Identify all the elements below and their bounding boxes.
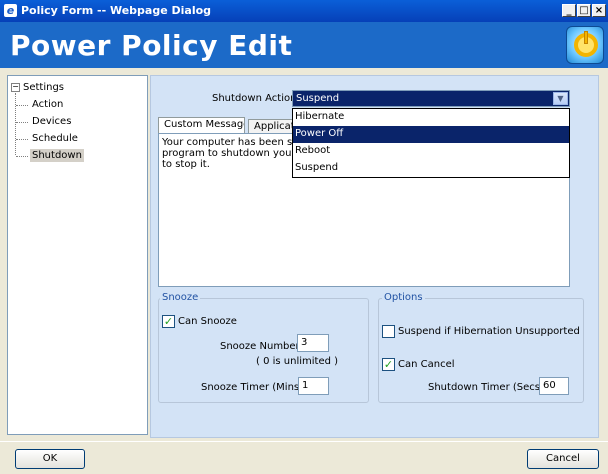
suspend-hibernation-checkbox[interactable] (382, 325, 395, 338)
options-group-title: Options (382, 292, 425, 303)
shutdown-action-value: Suspend (296, 93, 340, 104)
title-bar: e Policy Form -- Webpage Dialog _ □ × (0, 0, 608, 22)
option-hibernate[interactable]: Hibernate (293, 109, 569, 126)
tree-item-schedule[interactable]: Schedule (30, 132, 80, 145)
tree-item-shutdown[interactable]: Shutdown (30, 149, 84, 162)
minimize-button[interactable]: _ (562, 4, 576, 17)
can-cancel-label: Can Cancel (398, 359, 455, 370)
cancel-button[interactable]: Cancel (527, 449, 599, 469)
page-title: Power Policy Edit (10, 29, 293, 62)
can-snooze-label: Can Snooze (178, 316, 237, 327)
snooze-group-title: Snooze (160, 292, 201, 303)
divider (0, 441, 608, 442)
collapse-icon[interactable]: − (11, 82, 20, 92)
maximize-button[interactable]: □ (577, 4, 591, 17)
unlimited-note: ( 0 is unlimited ) (256, 356, 339, 367)
power-icon-stick (584, 31, 588, 44)
snooze-timer-input[interactable]: 1 (298, 377, 329, 395)
tree-item-action[interactable]: Action (30, 98, 65, 111)
tree-branch (16, 122, 28, 123)
can-cancel-checkbox[interactable]: ✓ (382, 358, 395, 371)
window-title: Policy Form -- Webpage Dialog (21, 4, 212, 17)
snooze-number-label: Snooze Number: (220, 341, 303, 352)
ok-button[interactable]: OK (15, 449, 85, 469)
shutdown-action-label: Shutdown Action (212, 93, 297, 104)
chevron-down-icon[interactable]: ▼ (553, 92, 568, 105)
suspend-hibernation-label: Suspend if Hibernation Unsupported (398, 326, 580, 337)
close-button[interactable]: × (592, 4, 606, 17)
snooze-number-input[interactable]: 3 (297, 334, 329, 352)
shutdown-timer-label: Shutdown Timer (Secs): (428, 382, 548, 393)
settings-tree: − Settings Action Devices Schedule Shutdo… (7, 75, 148, 435)
shutdown-timer-input[interactable]: 60 (539, 377, 569, 395)
option-power-off[interactable]: Power Off (293, 126, 569, 143)
option-reboot[interactable]: Reboot (293, 143, 569, 160)
option-suspend[interactable]: Suspend (293, 160, 569, 177)
tab-application[interactable]: Application (248, 119, 298, 134)
tree-connector (15, 93, 16, 155)
can-snooze-checkbox[interactable]: ✓ (162, 315, 175, 328)
tree-branch (16, 139, 28, 140)
tree-branch (16, 105, 28, 106)
power-icon (566, 26, 604, 64)
snooze-timer-label: Snooze Timer (Mins) (201, 382, 304, 393)
page-header: Power Policy Edit (0, 22, 608, 68)
shutdown-action-select[interactable]: Suspend ▼ (292, 90, 570, 107)
tree-branch (16, 156, 28, 157)
ie-icon: e (4, 4, 17, 17)
tree-item-devices[interactable]: Devices (30, 115, 73, 128)
tree-root-settings[interactable]: − Settings (11, 82, 64, 93)
tree-root-label: Settings (23, 82, 65, 93)
shutdown-action-dropdown: Hibernate Power Off Reboot Suspend (292, 108, 570, 178)
